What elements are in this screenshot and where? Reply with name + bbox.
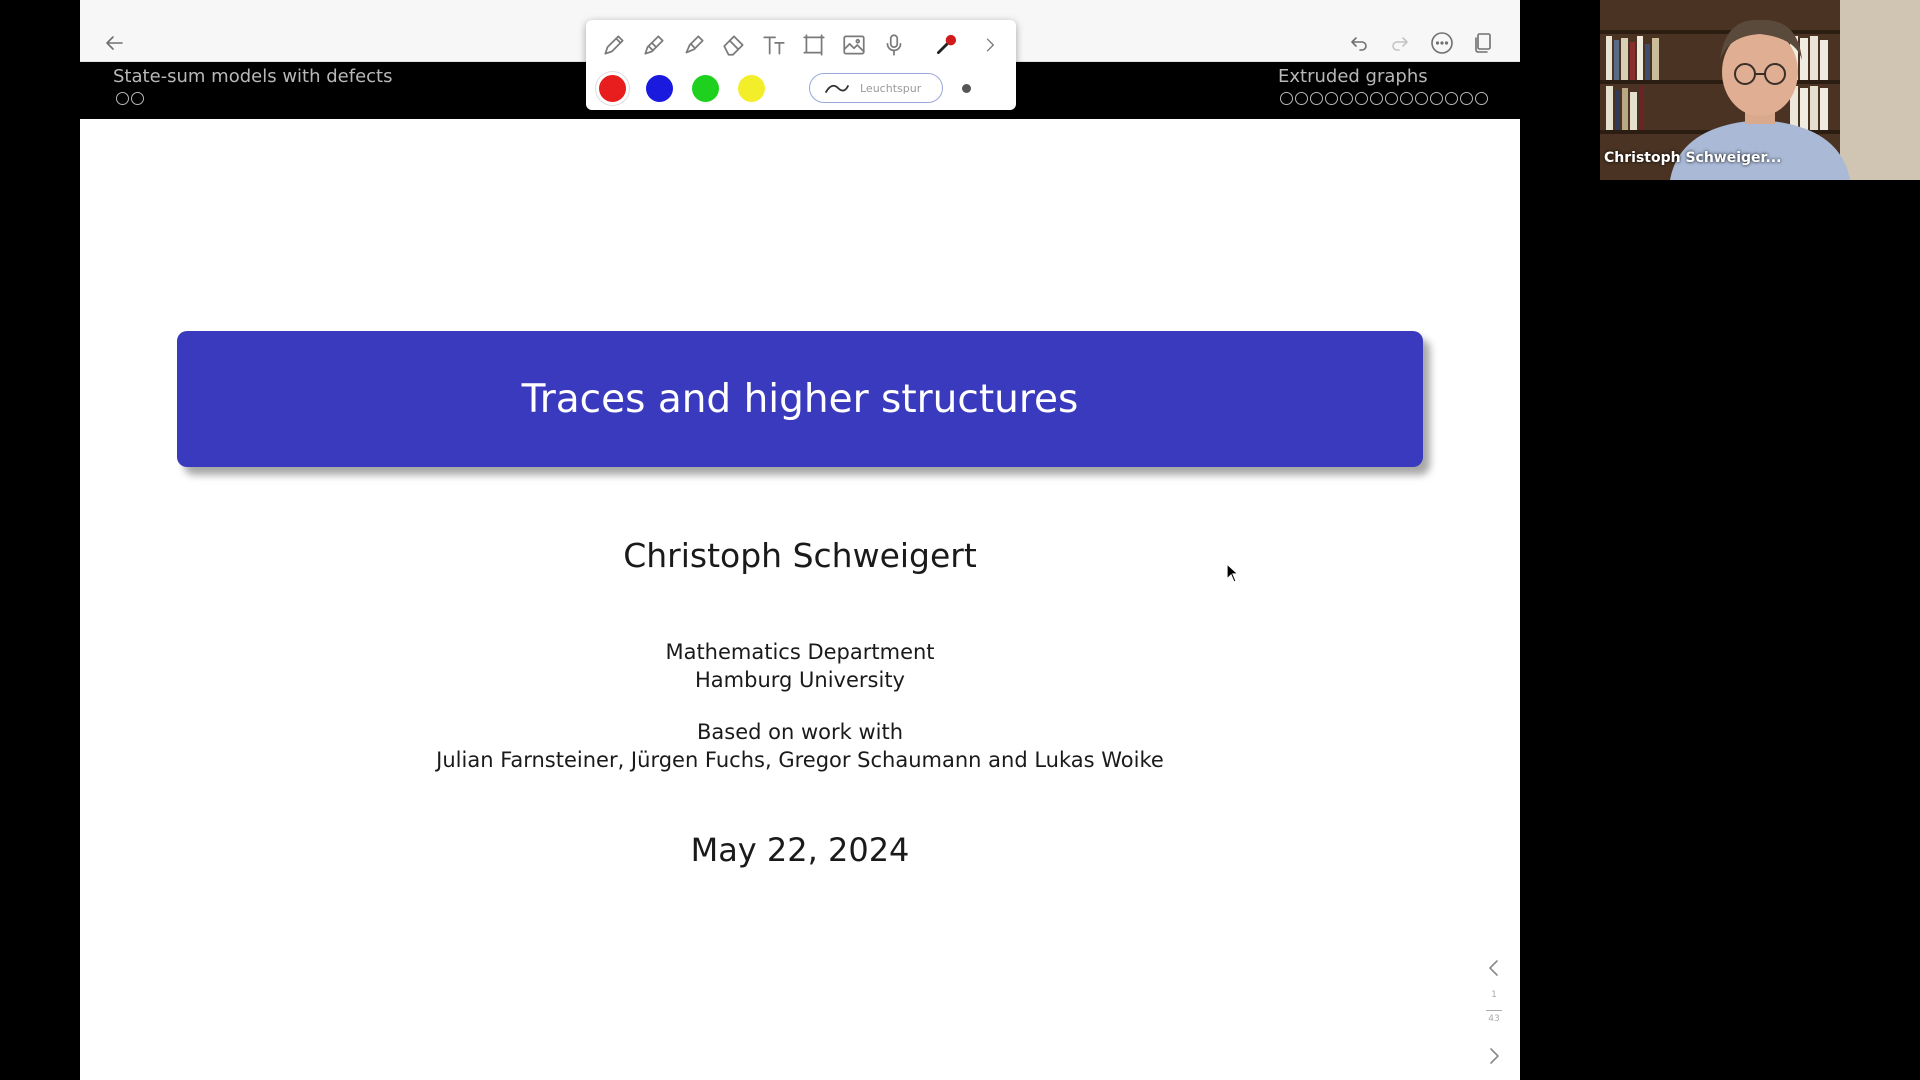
slide-title: Traces and higher structures bbox=[521, 376, 1079, 422]
frame-right-dot[interactable] bbox=[1325, 92, 1338, 105]
undo-icon[interactable] bbox=[1342, 26, 1376, 60]
selection-icon[interactable] bbox=[797, 28, 831, 62]
page-navigator: 1 43 bbox=[1474, 950, 1514, 1070]
section-title-right[interactable]: Extruded graphs bbox=[1278, 66, 1428, 87]
webcam-tile[interactable]: Christoph Schweiger... bbox=[1600, 0, 1920, 180]
frame-right-dot[interactable] bbox=[1355, 92, 1368, 105]
redo-icon[interactable] bbox=[1383, 26, 1417, 60]
frame-right-dot[interactable] bbox=[1460, 92, 1473, 105]
page-current: 1 bbox=[1491, 990, 1497, 1000]
university: Hamburg University bbox=[695, 668, 905, 692]
department: Mathematics Department bbox=[665, 640, 935, 664]
frame-right-dot[interactable] bbox=[1475, 92, 1488, 105]
frame-right-dot[interactable] bbox=[1385, 92, 1398, 105]
frame-right-dot[interactable] bbox=[1415, 92, 1428, 105]
text-icon[interactable] bbox=[757, 28, 791, 62]
presentation-date: May 22, 2024 bbox=[690, 831, 910, 869]
highlighter-icon[interactable] bbox=[677, 28, 711, 62]
color-swatch-yellow[interactable] bbox=[738, 75, 765, 102]
participant-name: Christoph Schweiger... bbox=[1604, 150, 1782, 166]
based-on-label: Based on work with bbox=[696, 720, 904, 744]
chevron-left-icon[interactable] bbox=[1482, 956, 1506, 980]
frame-right-dot[interactable] bbox=[1400, 92, 1413, 105]
microphone-icon[interactable] bbox=[877, 28, 911, 62]
section-progress-dots-left[interactable] bbox=[116, 92, 144, 105]
eraser-icon[interactable] bbox=[717, 28, 751, 62]
more-icon[interactable] bbox=[1425, 26, 1459, 60]
arrow-left-icon[interactable] bbox=[97, 26, 131, 60]
section-progress-dots-right[interactable] bbox=[1280, 92, 1488, 105]
color-swatch-green[interactable] bbox=[692, 75, 719, 102]
color-swatch-blue[interactable] bbox=[646, 75, 673, 102]
image-icon[interactable] bbox=[837, 28, 871, 62]
color-swatch-red[interactable] bbox=[599, 75, 626, 102]
frame-right-dot[interactable] bbox=[1445, 92, 1458, 105]
pencil-icon[interactable] bbox=[637, 28, 671, 62]
frame-right-dot[interactable] bbox=[1340, 92, 1353, 105]
section-title-left[interactable]: State-sum models with defects bbox=[113, 66, 392, 87]
stroke-size-dot[interactable] bbox=[962, 84, 971, 93]
stroke-style-label: Leuchtspur bbox=[860, 81, 922, 95]
laser-pointer-icon[interactable] bbox=[929, 28, 963, 62]
chevron-right-icon[interactable] bbox=[973, 28, 1007, 62]
frame-right-dot[interactable] bbox=[1280, 92, 1293, 105]
title-block: Traces and higher structures bbox=[177, 331, 1423, 467]
frame-right-dot[interactable] bbox=[1370, 92, 1383, 105]
frame-left-dot[interactable] bbox=[116, 92, 129, 105]
pen-icon[interactable] bbox=[597, 28, 631, 62]
frame-right-dot[interactable] bbox=[1295, 92, 1308, 105]
frame-left-dot[interactable] bbox=[131, 92, 144, 105]
coauthors: Julian Farnsteiner, Jürgen Fuchs, Gregor… bbox=[436, 748, 1164, 772]
stroke-preview-icon bbox=[825, 84, 849, 93]
slide-viewer-window: State-sum models with defects Extruded g… bbox=[80, 0, 1520, 1080]
page-divider bbox=[1486, 1010, 1502, 1011]
chevron-right-icon[interactable] bbox=[1482, 1044, 1506, 1068]
page-total: 43 bbox=[1488, 1014, 1500, 1024]
mouse-cursor-icon bbox=[1226, 563, 1240, 583]
author-name: Christoph Schweigert bbox=[623, 536, 977, 575]
frame-right-dot[interactable] bbox=[1310, 92, 1323, 105]
stroke-style-pill[interactable]: Leuchtspur bbox=[809, 73, 943, 103]
pages-icon[interactable] bbox=[1466, 26, 1500, 60]
annotation-toolbar: Leuchtspur bbox=[586, 20, 1016, 110]
frame-right-dot[interactable] bbox=[1430, 92, 1443, 105]
